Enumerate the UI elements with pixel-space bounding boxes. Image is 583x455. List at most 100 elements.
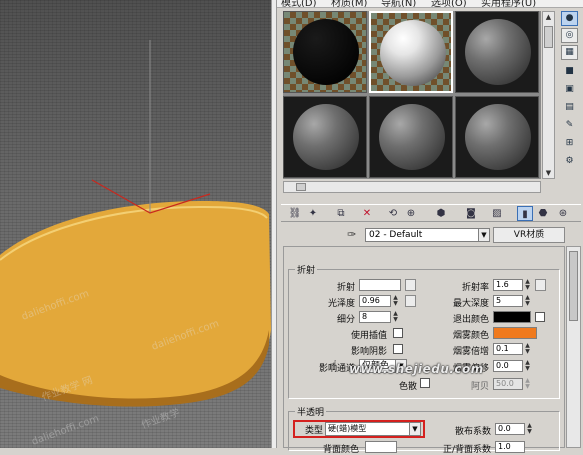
site-watermark: www.shejiedu.com	[349, 362, 484, 376]
put-to-library-icon[interactable]: ⊕	[403, 206, 419, 221]
glossiness-label: 光泽度	[327, 299, 355, 309]
sphere-icon[interactable]: ●	[561, 11, 578, 26]
abbe-spinner[interactable]: 50.0	[493, 378, 523, 390]
spinner-arrows-icon[interactable]: ▲ ▼	[524, 360, 531, 372]
slots-horizontal-scrollbar[interactable]	[283, 181, 541, 193]
assign-to-selection-icon[interactable]: ⧉	[333, 206, 349, 221]
dispersion-label: 色散	[398, 382, 417, 392]
scroll-thumb[interactable]	[569, 251, 578, 321]
affect-shadows-checkbox[interactable]	[393, 344, 403, 354]
material-sphere	[380, 20, 446, 86]
ior-label: 折射率	[461, 283, 489, 293]
spinner-arrows-icon[interactable]: ▲ ▼	[392, 311, 399, 323]
go-to-parent-icon[interactable]: ▮	[517, 206, 533, 221]
spinner-arrows-icon[interactable]: ▲ ▼	[524, 279, 531, 291]
parameters-rollout: 折射 折射 光泽度 0.96 ▲ ▼ 细分 8 ▲ ▼ 使用插值 影响阴影 影响通道…	[283, 246, 565, 455]
get-material-icon[interactable]: ⛓	[287, 206, 303, 221]
refract-map-button[interactable]	[405, 279, 416, 291]
eyedropper-icon[interactable]: ✑	[347, 228, 361, 242]
affect-channels-label: 影响通道	[318, 364, 355, 374]
show-end-result-icon[interactable]: ▨	[489, 206, 505, 221]
affect-shadows-label: 影响阴影	[350, 347, 387, 357]
refraction-group-title: 折射	[295, 263, 318, 276]
rollout-scrollbar[interactable]	[566, 246, 581, 448]
glossiness-map-button[interactable]	[405, 295, 416, 307]
side-toolbar: ● ◎ ▦ ■ ▣ ▤ ✎ ⊞ ⚙	[558, 11, 582, 181]
make-preview-icon[interactable]: ⊞	[561, 137, 578, 152]
use-interpolation-label: 使用插值	[350, 331, 387, 341]
use-interpolation-checkbox[interactable]	[393, 328, 403, 338]
cylinder-icon[interactable]: ◎	[561, 28, 578, 43]
material-sphere	[465, 104, 531, 170]
subdivs-spinner[interactable]: 8	[359, 311, 391, 323]
hand-cursor-icon: ☝	[329, 358, 338, 374]
options-icon[interactable]: ⚙	[561, 155, 578, 170]
spinner-arrows-icon[interactable]: ▲ ▼	[392, 295, 399, 307]
sample-slot-3[interactable]	[455, 11, 539, 93]
material-type-button[interactable]: VR材质	[493, 227, 565, 243]
scene-objects	[0, 40, 271, 407]
translucency-type-label: 类型	[304, 426, 323, 436]
material-name-field[interactable]: 02 - Default	[365, 228, 479, 242]
slots-vertical-scrollbar[interactable]: ▲ ▼	[542, 11, 555, 179]
translucency-group: 半透明 类型 硬(蜡)模型 ▼ 散布系数 0.0 ▲ ▼ 背面颜色 正/背面系数 …	[288, 405, 560, 455]
make-unique-icon[interactable]: ⟲	[385, 206, 401, 221]
ior-spinner[interactable]: 1.6	[493, 279, 523, 291]
translucency-type-dropdown[interactable]: 硬(蜡)模型 ▼	[325, 422, 421, 436]
sample-slot-2[interactable]	[369, 11, 453, 93]
sample-slot-4[interactable]	[283, 96, 367, 178]
ior-map-button[interactable]	[535, 279, 546, 291]
fog-bias-spinner[interactable]: 0.0	[493, 360, 523, 372]
menu-item-utilities[interactable]: 实用程序(U)	[481, 0, 536, 7]
viewport-3d[interactable]: daliehoffi.com 作业教学 网 daliehoffi.com 作业教…	[0, 0, 271, 448]
checker-icon[interactable]: ▦	[561, 45, 578, 60]
exit-color-checkbox[interactable]	[535, 312, 545, 322]
chevron-down-icon[interactable]: ▼	[478, 228, 490, 242]
refract-label: 折射	[336, 283, 355, 293]
chevron-down-icon[interactable]: ▼	[409, 423, 420, 435]
fog-color-swatch[interactable]	[493, 327, 537, 339]
menu-item-mode[interactable]: 模式(D)	[281, 0, 317, 7]
dispersion-checkbox[interactable]	[420, 378, 430, 388]
menu-item-material[interactable]: 材质(M)	[331, 0, 367, 7]
spinner-arrows-icon[interactable]: ▲ ▼	[526, 423, 533, 435]
put-to-scene-icon[interactable]: ✦	[305, 206, 321, 221]
material-map-navigator-icon[interactable]: ⊛	[555, 206, 571, 221]
scroll-thumb[interactable]	[544, 26, 553, 48]
spinner-arrows-icon[interactable]: ▲ ▼	[524, 378, 531, 390]
max-depth-label: 最大深度	[452, 299, 489, 309]
exit-color-swatch[interactable]	[493, 311, 531, 323]
back-side-color-label: 背面颜色	[322, 445, 359, 455]
refract-color-swatch[interactable]	[359, 279, 401, 291]
sample-slot-6[interactable]	[455, 96, 539, 178]
go-forward-icon[interactable]: ⬣	[535, 206, 551, 221]
menu-item-navigation[interactable]: 导航(N)	[381, 0, 416, 7]
spinner-arrows-icon[interactable]: ▲ ▼	[524, 343, 531, 355]
sample-slot-5[interactable]	[369, 96, 453, 178]
spinner-arrows-icon[interactable]: ▲ ▼	[524, 295, 531, 307]
back-side-color-swatch[interactable]	[365, 441, 397, 453]
fwd-back-coefficient-spinner[interactable]: 1.0	[495, 441, 525, 453]
sample-slot-1[interactable]	[283, 11, 367, 93]
material-id-icon[interactable]: ⬢	[433, 206, 449, 221]
scroll-up-icon[interactable]: ▲	[544, 12, 553, 22]
reset-map-icon[interactable]: ✕	[359, 206, 375, 221]
fog-color-label: 烟雾颜色	[452, 331, 489, 341]
uv-tiling-icon[interactable]: ▤	[561, 101, 578, 116]
background-icon[interactable]: ▣	[561, 83, 578, 98]
fog-multiplier-spinner[interactable]: 0.1	[493, 343, 523, 355]
yellow-plate-object[interactable]	[0, 200, 271, 403]
scatter-coefficient-spinner[interactable]: 0.0	[495, 423, 525, 435]
material-toolbar: ⛓ ✦ ⧉ ✕ ⟲ ⊕ ⬢ ◙ ▨ ▮ ⬣ ⊛	[281, 204, 581, 222]
video-color-icon[interactable]: ✎	[561, 119, 578, 134]
max-depth-spinner[interactable]: 5	[493, 295, 523, 307]
backlight-icon[interactable]: ■	[561, 65, 578, 80]
material-sphere	[465, 19, 531, 85]
menu-item-options[interactable]: 选项(O)	[431, 0, 467, 7]
select-by-material-icon[interactable]	[561, 173, 578, 181]
scroll-down-icon[interactable]: ▼	[544, 168, 553, 178]
show-map-icon[interactable]: ◙	[463, 206, 479, 221]
exit-color-label: 退出颜色	[452, 315, 489, 325]
scroll-thumb[interactable]	[296, 183, 306, 191]
glossiness-spinner[interactable]: 0.96	[359, 295, 391, 307]
